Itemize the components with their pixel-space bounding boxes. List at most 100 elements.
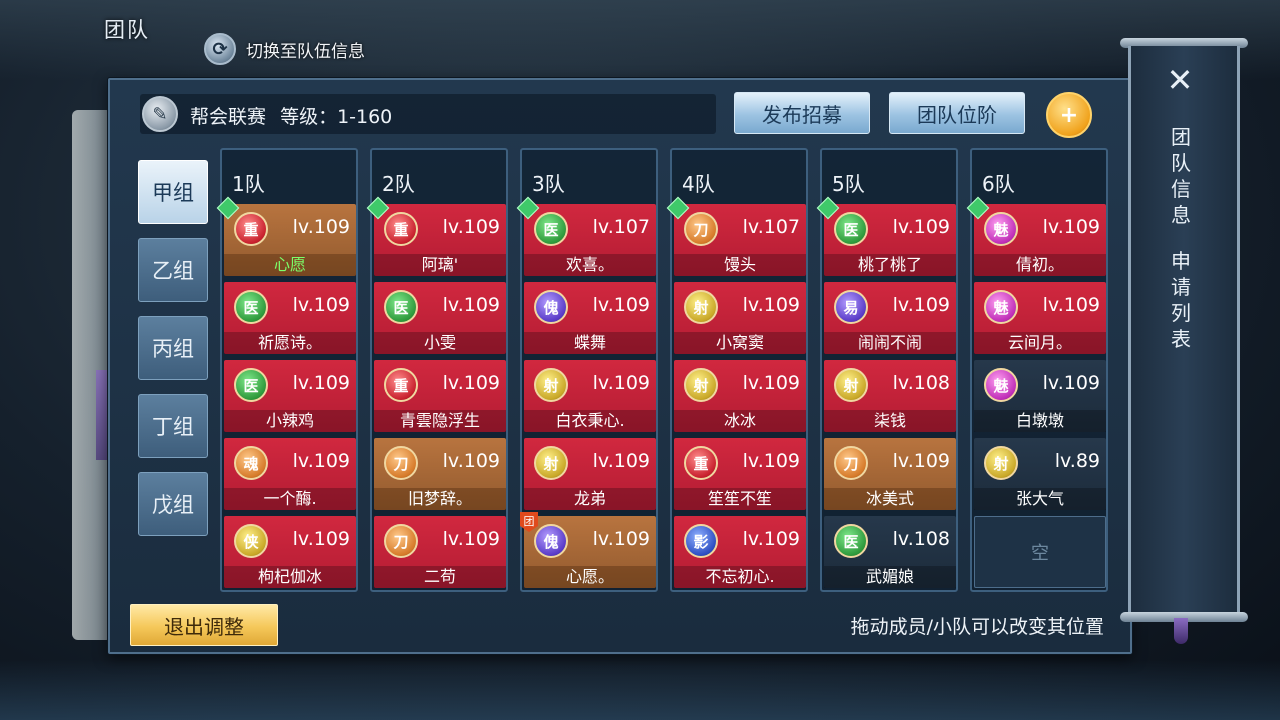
- exit-adjust-button[interactable]: 退出调整: [130, 604, 278, 646]
- add-friend-icon[interactable]: +: [1046, 92, 1092, 138]
- group-tab-3[interactable]: 丙组: [138, 316, 208, 380]
- member-name: 白衣秉心.: [524, 410, 656, 432]
- refresh-icon: ⟳: [204, 33, 236, 65]
- member-card[interactable]: 傀团 lv.109 心愿。: [520, 512, 656, 588]
- member-card[interactable]: 射 lv.109 小窝窦: [674, 282, 806, 354]
- level-range: 等级：1-160: [280, 106, 393, 128]
- class-icon: 魅: [984, 212, 1018, 246]
- member-name: 云间月。: [974, 332, 1106, 354]
- team-rank-button[interactable]: 团队位阶: [889, 92, 1025, 134]
- edit-icon[interactable]: ✎: [142, 96, 178, 132]
- member-card[interactable]: 刀 lv.109 旧梦辞。: [374, 438, 506, 510]
- member-card[interactable]: 傀 lv.109 蝶舞: [524, 282, 656, 354]
- team-column-3[interactable]: 3队医 lv.107 欢喜。傀 lv.109 蝶舞射 lv.109 白衣秉心. 射 lv.109…: [516, 148, 658, 592]
- member-level: lv.109: [742, 528, 800, 550]
- member-card[interactable]: 医 lv.108 武媚娘: [824, 516, 956, 588]
- member-card[interactable]: 医 lv.107 欢喜。: [516, 196, 656, 276]
- switch-label: 切换至队伍信息: [246, 41, 365, 62]
- member-card[interactable]: 医 lv.109 祈愿诗。: [224, 282, 356, 354]
- close-icon[interactable]: ✕: [1160, 60, 1200, 100]
- member-name: 冰美式: [824, 488, 956, 510]
- class-icon: 魅: [984, 368, 1018, 402]
- member-card[interactable]: 刀 lv.107 馒头: [666, 196, 806, 276]
- team-column-4[interactable]: 4队刀 lv.107 馒头射 lv.109 小窝窦射 lv.109 冰冰重 lv.109 笙笙不…: [666, 148, 808, 592]
- member-name: 冰冰: [674, 410, 806, 432]
- group-tab-2[interactable]: 乙组: [138, 238, 208, 302]
- member-level: lv.108: [892, 528, 950, 550]
- member-level: lv.109: [1042, 294, 1100, 316]
- member-name: 心愿。: [524, 566, 656, 588]
- group-tab-1[interactable]: 甲组: [138, 160, 208, 224]
- member-card[interactable]: 射 lv.89 张大气: [974, 438, 1106, 510]
- captain-badge-icon: [666, 196, 690, 220]
- class-icon: 重: [384, 212, 418, 246]
- switch-to-team-info-button[interactable]: ⟳ 切换至队伍信息: [204, 32, 365, 66]
- captain-badge-icon: [516, 196, 540, 220]
- member-card[interactable]: 医 lv.109 小雯: [374, 282, 506, 354]
- member-level: lv.109: [742, 450, 800, 472]
- member-name: 柒钱: [824, 410, 956, 432]
- member-level: lv.109: [592, 450, 650, 472]
- member-card[interactable]: 魂 lv.109 一个酶.: [224, 438, 356, 510]
- member-name: 阿璃': [374, 254, 506, 276]
- member-level: lv.109: [292, 372, 350, 394]
- member-card[interactable]: 医 lv.109 小辣鸡: [224, 360, 356, 432]
- member-card[interactable]: 影 lv.109 不忘初心.: [674, 516, 806, 588]
- class-icon: 刀: [384, 524, 418, 558]
- class-icon: 傀: [534, 290, 568, 324]
- member-level: lv.109: [592, 294, 650, 316]
- class-icon: 医: [834, 212, 868, 246]
- event-info: 帮会联赛 等级：1-160: [190, 102, 392, 129]
- group-tab-4[interactable]: 丁组: [138, 394, 208, 458]
- event-label: 帮会联赛: [190, 106, 267, 128]
- member-level: lv.109: [292, 450, 350, 472]
- member-card[interactable]: 重 lv.109 青雲隐浮生: [374, 360, 506, 432]
- team-title: 2队: [382, 172, 415, 196]
- class-icon: 傀: [534, 524, 568, 558]
- member-card[interactable]: 刀 lv.109 冰美式: [824, 438, 956, 510]
- team-column-5[interactable]: 5队医 lv.109 桃了桃了易 lv.109 闹闹不闹射 lv.108 柒钱刀 lv.109…: [816, 148, 958, 592]
- group-tab-5[interactable]: 戊组: [138, 472, 208, 536]
- class-icon: 医: [234, 290, 268, 324]
- team-info-tab[interactable]: 团队信息: [1168, 124, 1194, 228]
- member-name: 青雲隐浮生: [374, 410, 506, 432]
- class-icon: 重: [234, 212, 268, 246]
- member-card[interactable]: 重 lv.109 心愿: [216, 196, 356, 276]
- member-level: lv.107: [742, 216, 800, 238]
- application-list-tab[interactable]: 申请列表: [1168, 248, 1194, 352]
- member-level: lv.109: [442, 450, 500, 472]
- member-name: 旧梦辞。: [374, 488, 506, 510]
- member-card[interactable]: 魅 lv.109 云间月。: [974, 282, 1106, 354]
- member-name: 桃了桃了: [824, 254, 956, 276]
- member-card[interactable]: 射 lv.108 柒钱: [824, 360, 956, 432]
- member-card[interactable]: 射 lv.109 白衣秉心.: [524, 360, 656, 432]
- member-name: 闹闹不闹: [824, 332, 956, 354]
- member-card[interactable]: 射 lv.109 龙弟: [524, 438, 656, 510]
- class-icon: 医: [384, 290, 418, 324]
- empty-slot[interactable]: 空: [974, 516, 1106, 588]
- team-column-6[interactable]: 6队魅 lv.109 倩初。魅 lv.109 云间月。魅 lv.109 白墩墩射 lv.89 张…: [966, 148, 1108, 592]
- member-card[interactable]: 刀 lv.109 二苟: [374, 516, 506, 588]
- publish-recruit-button[interactable]: 发布招募: [734, 92, 870, 134]
- member-name: 不忘初心.: [674, 566, 806, 588]
- member-card[interactable]: 易 lv.109 闹闹不闹: [824, 282, 956, 354]
- member-level: lv.109: [442, 216, 500, 238]
- member-card[interactable]: 射 lv.109 冰冰: [674, 360, 806, 432]
- member-level: lv.109: [892, 294, 950, 316]
- member-card[interactable]: 侠 lv.109 枸杞伽冰: [224, 516, 356, 588]
- class-icon: 刀: [384, 446, 418, 480]
- member-card[interactable]: 重 lv.109 笙笙不笙: [674, 438, 806, 510]
- member-level: lv.109: [1042, 372, 1100, 394]
- member-level: lv.109: [442, 294, 500, 316]
- member-card[interactable]: 魅 lv.109 白墩墩: [974, 360, 1106, 432]
- team-column-1[interactable]: 1队重 lv.109 心愿医 lv.109 祈愿诗。医 lv.109 小辣鸡魂 lv.109 一…: [216, 148, 358, 592]
- member-card[interactable]: 重 lv.109 阿璃': [366, 196, 506, 276]
- member-card[interactable]: 医 lv.109 桃了桃了: [816, 196, 956, 276]
- team-column-2[interactable]: 2队重 lv.109 阿璃' 医 lv.109 小雯重 lv.109 青雲隐浮生刀 lv.109…: [366, 148, 508, 592]
- member-name: 馒头: [674, 254, 806, 276]
- member-card[interactable]: 魅 lv.109 倩初。: [966, 196, 1106, 276]
- background-bottom-glow: [0, 660, 1280, 720]
- member-level: lv.109: [442, 372, 500, 394]
- member-level: lv.109: [892, 216, 950, 238]
- captain-badge-icon: [966, 196, 990, 220]
